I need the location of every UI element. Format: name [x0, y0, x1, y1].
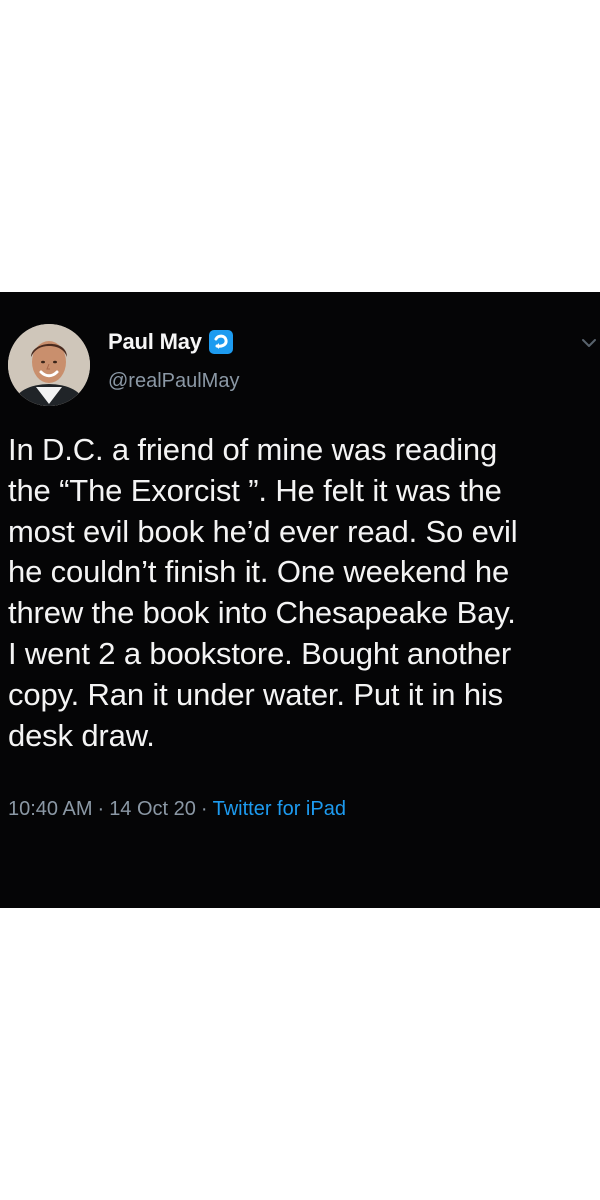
page: Paul May @realPaulMay In D.C. a friend o…	[0, 0, 600, 1200]
display-name[interactable]: Paul May	[108, 329, 202, 355]
meta-separator: ·	[97, 798, 105, 820]
tweet-text: In D.C. a friend of mine was reading the…	[8, 432, 518, 753]
tweet-time[interactable]: 10:40 AM	[8, 798, 93, 821]
tweet-source-link[interactable]: Twitter for iPad	[213, 798, 346, 821]
chevron-down-icon[interactable]	[580, 334, 598, 352]
profile-photo	[8, 324, 90, 406]
tweet-meta: 10:40 AM · 14 Oct 20 · Twitter for iPad	[8, 798, 346, 821]
verified-badge-icon	[208, 329, 234, 355]
meta-separator: ·	[200, 798, 208, 820]
avatar[interactable]	[8, 324, 90, 406]
display-name-row: Paul May	[108, 329, 234, 355]
user-handle[interactable]: @realPaulMay	[108, 370, 239, 393]
tweet-header: Paul May @realPaulMay	[0, 292, 600, 412]
tweet-date[interactable]: 14 Oct 20	[109, 798, 196, 821]
tweet-card: Paul May @realPaulMay In D.C. a friend o…	[0, 292, 600, 908]
